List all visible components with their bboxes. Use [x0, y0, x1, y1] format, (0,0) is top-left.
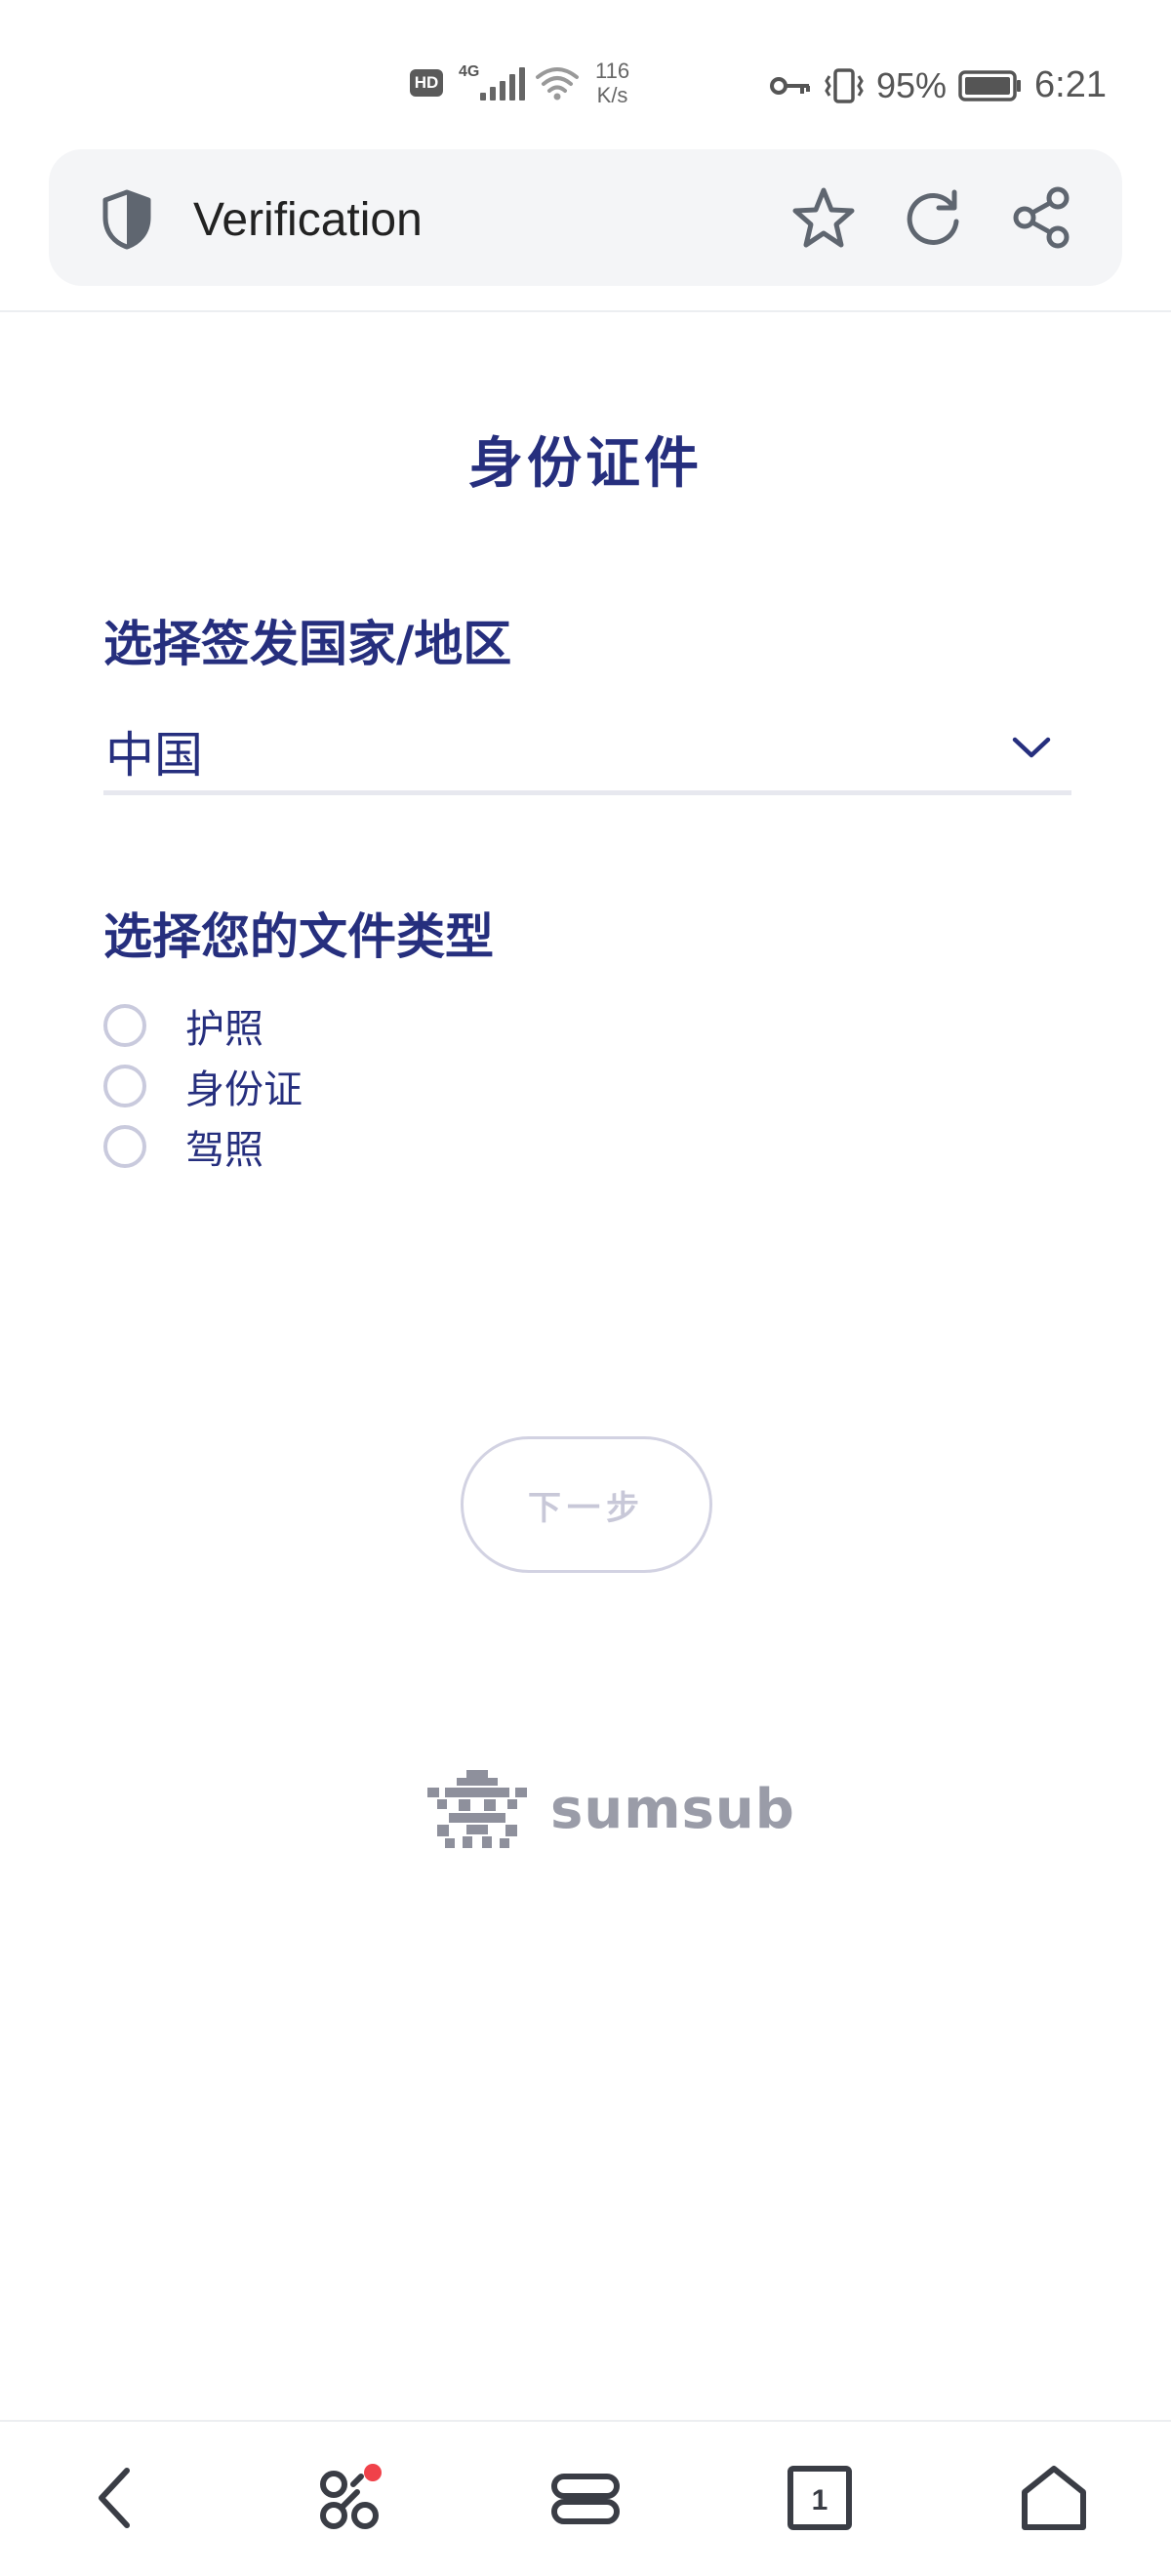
radio-circle[interactable]: [103, 1004, 146, 1047]
radio-drivers-license[interactable]: 驾照: [103, 1116, 303, 1177]
radio-passport[interactable]: 护照: [103, 995, 303, 1056]
menu-button[interactable]: [546, 2457, 625, 2539]
battery-icon: [958, 69, 1022, 101]
divider: [0, 310, 1171, 312]
tabs-button[interactable]: 1: [781, 2457, 859, 2539]
share-icon: [1013, 186, 1070, 249]
shield-icon[interactable]: [100, 188, 154, 251]
sumsub-logo: sumsub: [424, 1768, 795, 1850]
tab-count: 1: [812, 2484, 828, 2516]
clock: 6:21: [1034, 64, 1107, 105]
back-button[interactable]: [78, 2457, 156, 2539]
cellular-signal-icon: 4G: [459, 63, 525, 102]
next-button[interactable]: 下一步: [461, 1436, 712, 1573]
country-label: 选择签发国家/地区: [103, 616, 512, 672]
brand-name: sumsub: [550, 1777, 795, 1841]
menu-icon: [551, 2474, 620, 2524]
battery-percent: 95%: [875, 64, 948, 105]
network-gen: 4G: [459, 63, 480, 80]
wifi-icon: [536, 67, 579, 101]
radio-circle[interactable]: [103, 1065, 146, 1107]
doc-type-label: 选择您的文件类型: [103, 908, 494, 965]
page-heading: 身份证件: [468, 432, 703, 496]
apps-icon: [320, 2464, 382, 2529]
radio-label: 身份证: [185, 1067, 303, 1112]
home-icon: [1022, 2466, 1086, 2530]
key-icon: [769, 76, 810, 95]
bookmark-button[interactable]: [790, 184, 857, 251]
browser-address-bar[interactable]: Verification: [49, 149, 1122, 286]
speed-unit: K/s: [596, 83, 628, 107]
radio-id-card[interactable]: 身份证: [103, 1056, 303, 1116]
chevron-left-icon: [99, 2468, 130, 2528]
country-select-value: 中国: [105, 727, 203, 784]
country-select[interactable]: 中国: [103, 712, 1071, 795]
reload-icon: [907, 189, 959, 245]
sumsub-mark-icon: [427, 1770, 527, 1848]
radio-label: 驾照: [185, 1128, 263, 1173]
radio-label: 护照: [185, 1007, 263, 1052]
speed-value: 116: [595, 59, 630, 83]
hd-badge: HD: [410, 69, 443, 97]
radio-circle[interactable]: [103, 1125, 146, 1168]
chevron-down-icon: [1012, 737, 1051, 758]
share-button[interactable]: [1009, 184, 1075, 251]
notification-dot: [364, 2464, 382, 2481]
status-bar: HD 4G 116 K/s 95% 6:21: [0, 0, 1171, 146]
page-title-bar[interactable]: Verification: [193, 193, 423, 247]
doc-type-radio-group: 护照 身份证 驾照: [103, 995, 303, 1177]
reload-button[interactable]: [900, 184, 966, 251]
status-right: 95% 6:21: [769, 64, 1107, 106]
vibrate-icon: [825, 67, 864, 103]
home-button[interactable]: [1015, 2457, 1093, 2539]
tabs-icon: 1: [787, 2466, 852, 2530]
status-left: HD 4G 116 K/s: [410, 59, 629, 107]
apps-button[interactable]: [312, 2457, 390, 2539]
bottom-navigation: 1: [0, 2422, 1171, 2576]
star-icon: [792, 187, 855, 248]
network-speed: 116 K/s: [595, 59, 629, 107]
